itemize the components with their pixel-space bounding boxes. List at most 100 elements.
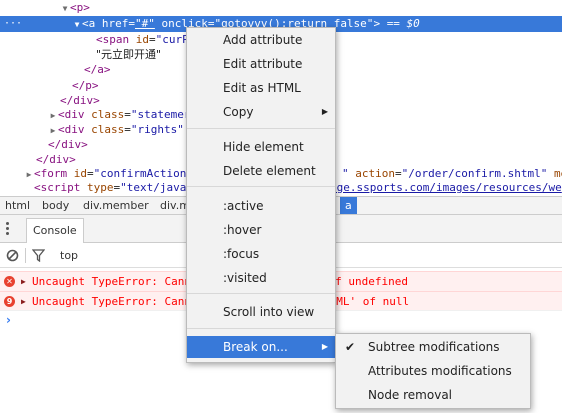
attr-value-link[interactable]: age.ssports.com/images/resources/we: [330, 181, 562, 194]
tag-name: div: [64, 123, 85, 136]
menu-item-label: :hover: [223, 223, 262, 237]
tag-name: div: [61, 138, 82, 151]
breadcrumb-item-div-member[interactable]: div.member: [80, 197, 152, 214]
menu-item-label: Hide element: [223, 140, 304, 154]
breadcrumb-item-html[interactable]: html: [2, 197, 33, 214]
collapse-arrow-icon[interactable]: ▼: [72, 17, 82, 33]
clear-console-icon[interactable]: [6, 249, 19, 262]
ellipsis-icon[interactable]: ···: [4, 16, 22, 32]
submenu-item-node-removal[interactable]: Node removal: [336, 384, 530, 407]
menu-item-label: Scroll into view: [223, 305, 315, 319]
dom-node-row[interactable]: ▼ <p>: [0, 0, 562, 16]
tag-name: div: [64, 108, 85, 121]
tag-close: >: [91, 79, 99, 92]
tag-open: <: [58, 123, 65, 136]
attr-value: ": [342, 167, 349, 180]
attr-value: "/order/confirm.shtml": [401, 167, 548, 180]
context-menu: Add attribute Edit attribute Edit as HTM…: [186, 27, 336, 363]
attr-value: "rights":: [130, 123, 191, 136]
collapse-arrow-icon[interactable]: ▼: [60, 1, 70, 17]
tag-open: </: [72, 79, 86, 92]
tag-close: >: [69, 153, 76, 166]
tag-open: </: [84, 63, 98, 76]
breadcrumb-item-a[interactable]: a: [340, 197, 357, 214]
menu-item-label: :visited: [223, 271, 267, 285]
menu-item-edit-as-html[interactable]: Edit as HTML: [187, 77, 335, 99]
submenu-item-label: Subtree modifications: [368, 340, 500, 354]
tag-open: </: [36, 153, 50, 166]
attr-value[interactable]: "#": [135, 17, 155, 30]
attr-value: "text/javal: [120, 181, 193, 194]
menu-item-break-on[interactable]: Break on... ▶: [187, 336, 335, 358]
menu-item-scroll-into-view[interactable]: Scroll into view: [187, 301, 335, 323]
attr-name: href: [101, 17, 129, 30]
error-message: Uncaught TypeError: Cann: [32, 275, 191, 288]
menu-separator: [187, 186, 335, 187]
tag-close: >: [81, 138, 88, 151]
more-options-icon[interactable]: [6, 222, 10, 236]
execution-context-select[interactable]: top: [60, 243, 78, 268]
tag-open: <: [82, 17, 89, 30]
tag-name: div: [49, 153, 70, 166]
attr-value: "confirmAction: [93, 167, 187, 180]
menu-item-label: :focus: [223, 247, 260, 261]
menu-item-force-focus[interactable]: :focus: [187, 243, 335, 265]
menu-item-force-active[interactable]: :active: [187, 195, 335, 217]
menu-item-delete-element[interactable]: Delete element: [187, 160, 335, 182]
tag-open: <: [58, 108, 65, 121]
attr-name: id: [135, 33, 149, 46]
menu-item-force-visited[interactable]: :visited: [187, 267, 335, 289]
menu-item-label: Edit as HTML: [223, 81, 301, 95]
menu-separator: [187, 128, 335, 129]
tag-name: form: [40, 167, 68, 180]
menu-item-label: Add attribute: [223, 33, 303, 47]
attr-name: class: [91, 123, 125, 136]
tag-name: div: [73, 94, 94, 107]
attr-name: me: [553, 167, 562, 180]
text-content: "元立即开通": [96, 48, 162, 61]
tag-open: <: [96, 33, 103, 46]
console-ref: == $0: [386, 17, 420, 30]
menu-item-edit-attribute[interactable]: Edit attribute: [187, 53, 335, 75]
tag-open: <: [34, 181, 41, 194]
tag-close: >: [83, 1, 90, 14]
menu-item-force-hover[interactable]: :hover: [187, 219, 335, 241]
break-on-submenu: ✔ Subtree modifications Attributes modif…: [335, 333, 531, 409]
expand-arrow-icon[interactable]: ▶: [21, 272, 26, 291]
menu-item-label: Delete element: [223, 164, 316, 178]
expand-arrow-icon[interactable]: ▶: [21, 292, 26, 311]
tag-name: script: [40, 181, 81, 194]
error-message: Uncaught TypeError: Cann: [32, 295, 191, 308]
menu-item-copy[interactable]: Copy ▶: [187, 101, 335, 123]
submenu-item-label: Node removal: [368, 388, 453, 402]
attr-name: class: [91, 108, 125, 121]
submenu-item-subtree-modifications[interactable]: ✔ Subtree modifications: [336, 336, 530, 359]
menu-item-add-attribute[interactable]: Add attribute: [187, 29, 335, 51]
tag-name: a: [88, 17, 96, 30]
submenu-arrow-icon: ▶: [321, 107, 328, 116]
tag-name: a: [97, 63, 104, 76]
attr-value: "curP: [155, 33, 189, 46]
submenu-item-attributes-modifications[interactable]: Attributes modifications: [336, 360, 530, 383]
tag-open: <: [70, 1, 77, 14]
menu-item-label: Edit attribute: [223, 57, 303, 71]
menu-separator: [187, 293, 335, 294]
menu-item-hide-element[interactable]: Hide element: [187, 136, 335, 158]
attr-name: type: [87, 181, 114, 194]
tag-open: </: [60, 94, 74, 107]
tab-console[interactable]: Console: [26, 218, 84, 243]
toolbar-divider: [25, 248, 26, 263]
attr-value: "statemer: [130, 108, 191, 121]
attr-name: action: [355, 167, 395, 180]
menu-item-label: :active: [223, 199, 264, 213]
checkmark-icon: ✔: [345, 340, 356, 354]
prompt-chevron-icon: ›: [6, 313, 11, 327]
filter-icon[interactable]: [32, 249, 45, 262]
tag-close: >: [93, 94, 100, 107]
tag-name: p: [85, 79, 92, 92]
breadcrumb-item-body[interactable]: body: [39, 197, 72, 214]
submenu-arrow-icon: ▶: [321, 342, 328, 351]
tag-open: <: [34, 167, 41, 180]
tag-open: </: [48, 138, 62, 151]
menu-item-label: Copy: [223, 105, 254, 119]
